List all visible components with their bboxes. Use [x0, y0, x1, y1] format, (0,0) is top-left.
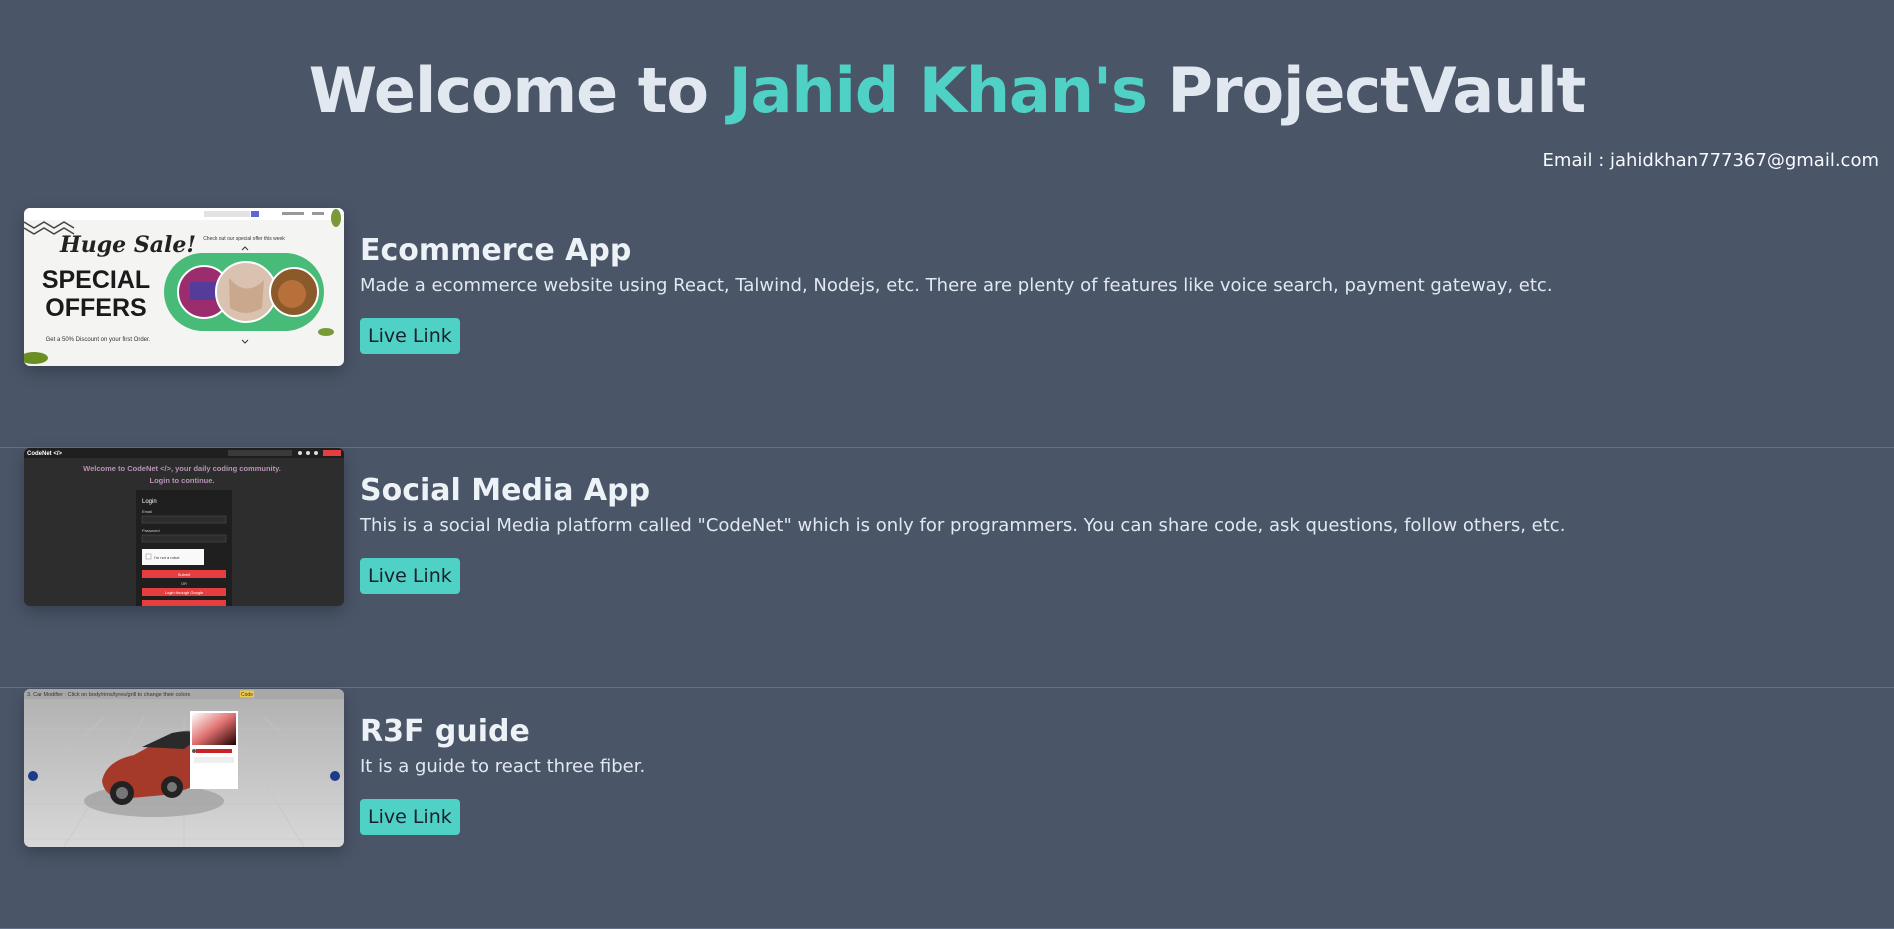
- codenet-login-prompt: Login to continue.: [150, 476, 215, 485]
- page-title: Welcome to Jahid Khan's ProjectVault: [0, 48, 1894, 134]
- section-divider: [0, 687, 1894, 688]
- project-thumbnail-social-media: CodeNet </> Welcome to CodeNet </>, your…: [24, 448, 344, 606]
- live-link-button-ecommerce[interactable]: Live Link: [360, 318, 460, 354]
- r3f-caption-text: 3. Car Modifier : Click on body/rims/tyr…: [27, 692, 190, 698]
- project-description: Made a ecommerce website using React, Ta…: [360, 275, 1553, 296]
- banner-script-text: Huge Sale!: [59, 232, 196, 258]
- project-title: Social Media App: [360, 473, 651, 508]
- banner-line2-text: OFFERS: [45, 294, 146, 322]
- project-thumbnail-r3f-guide: 3. Car Modifier : Click on body/rims/tyr…: [24, 689, 344, 847]
- project-thumbnail-ecommerce: Huge Sale! SPECIAL OFFERS Get a 50% Disc…: [24, 208, 344, 366]
- banner-sub-text: Get a 50% Discount on your first Order.: [46, 337, 151, 343]
- login-password-label: Password: [142, 528, 160, 533]
- project-description: It is a guide to react three fiber.: [360, 756, 646, 777]
- captcha-text: I'm not a robot: [154, 555, 180, 560]
- title-prefix: Welcome to: [308, 54, 729, 127]
- project-card-ecommerce: Huge Sale! SPECIAL OFFERS Get a 50% Disc…: [0, 208, 1894, 448]
- project-info-r3f-guide: R3F guide It is a guide to react three f…: [360, 711, 645, 835]
- contact-email: Email : jahidkhan777367@gmail.com: [1542, 150, 1879, 171]
- title-name: Jahid Khan's: [728, 54, 1148, 127]
- codenet-brand-text: CodeNet </>: [27, 451, 63, 457]
- codenet-google-label: Login through Google: [165, 590, 204, 595]
- banner-line1-text: SPECIAL: [42, 266, 150, 294]
- codenet-or-text: OR: [181, 581, 187, 586]
- live-link-button-social-media[interactable]: Live Link: [360, 558, 460, 594]
- project-card-r3f-guide: 3. Car Modifier : Click on body/rims/tyr…: [0, 689, 1894, 929]
- codenet-submit-label: Submit: [178, 572, 191, 577]
- project-card-social-media: CodeNet </> Welcome to CodeNet </>, your…: [0, 448, 1894, 688]
- project-title: R3F guide: [360, 714, 530, 749]
- live-link-button-r3f-guide[interactable]: Live Link: [360, 799, 460, 835]
- project-info-social-media: Social Media App This is a social Media …: [360, 470, 1565, 594]
- login-email-label: Email: [142, 509, 152, 514]
- r3f-code-tag: Code: [241, 692, 253, 698]
- offer-caption-text: Check out our special offer this week: [203, 236, 285, 242]
- login-form-title: Login: [142, 499, 157, 505]
- project-description: This is a social Media platform called "…: [360, 515, 1566, 536]
- title-suffix: ProjectVault: [1146, 54, 1587, 127]
- project-info-ecommerce: Ecommerce App Made a ecommerce website u…: [360, 230, 1553, 354]
- project-title: Ecommerce App: [360, 233, 632, 268]
- codenet-welcome-text: Welcome to CodeNet </>, your daily codin…: [83, 464, 281, 473]
